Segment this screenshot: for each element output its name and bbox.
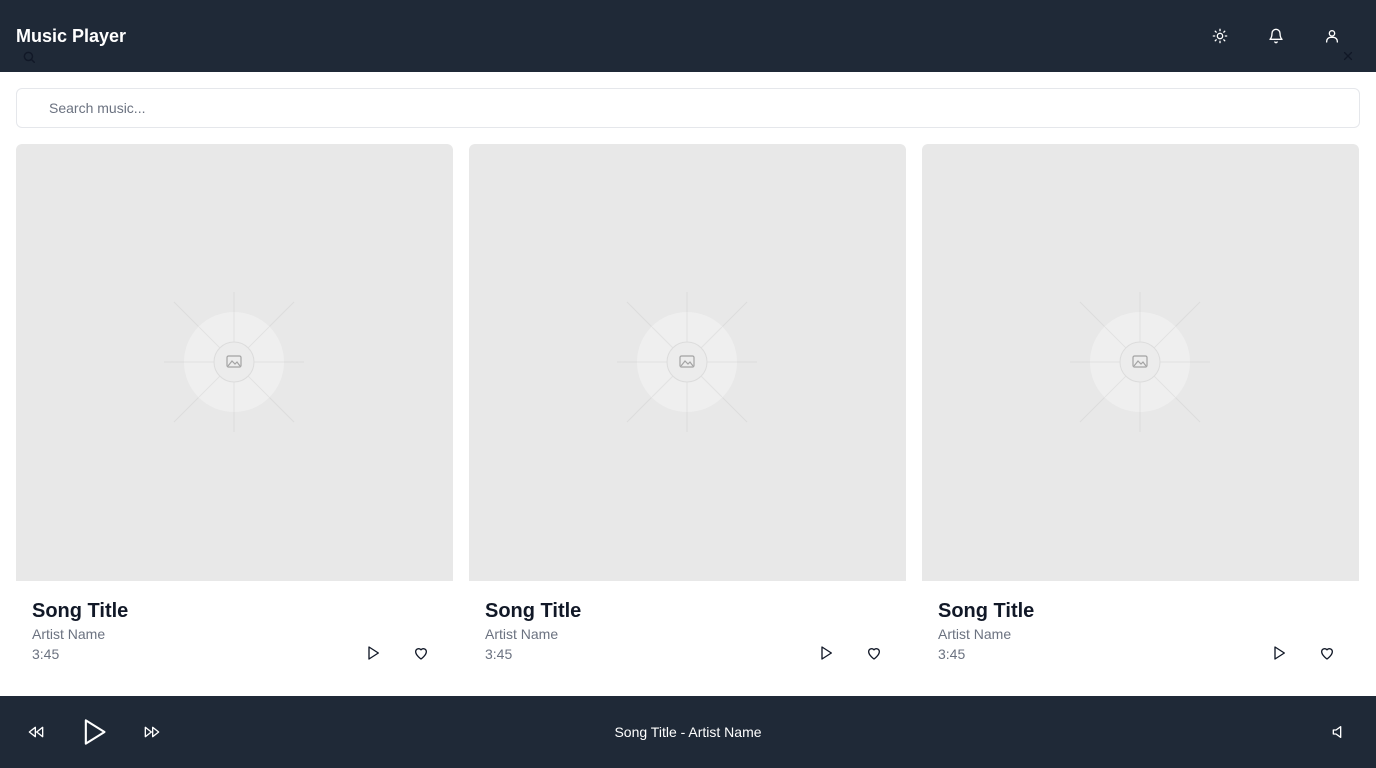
bell-icon xyxy=(1269,28,1283,44)
image-placeholder-icon xyxy=(1070,292,1210,432)
app-title: Music Player xyxy=(16,25,127,46)
heart-icon xyxy=(1321,648,1333,660)
heart-icon xyxy=(415,648,427,660)
header-actions xyxy=(1192,16,1360,56)
song-title: Song Title xyxy=(485,600,582,622)
now-playing-text: Song Title - Artist Name xyxy=(614,724,762,740)
song-card[interactable]: Song Title Artist Name 3:45 xyxy=(922,144,1359,680)
theme-toggle-button[interactable] xyxy=(1192,16,1248,56)
play-song-button[interactable] xyxy=(353,638,393,668)
fast-forward-button[interactable] xyxy=(132,712,172,752)
fast-forward-icon xyxy=(144,726,160,738)
album-cover xyxy=(16,144,453,581)
card-actions xyxy=(353,638,441,668)
song-grid: Song Title Artist Name 3:45 Song Title A… xyxy=(16,144,1360,680)
rewind-button[interactable] xyxy=(16,712,56,752)
user-icon xyxy=(1326,30,1338,43)
image-placeholder-icon xyxy=(617,292,757,432)
playback-controls xyxy=(16,712,172,752)
favorite-button[interactable] xyxy=(854,638,894,668)
song-card[interactable]: Song Title Artist Name 3:45 xyxy=(469,144,906,680)
song-card[interactable]: Song Title Artist Name 3:45 xyxy=(16,144,453,680)
card-actions xyxy=(806,638,894,668)
search-input[interactable] xyxy=(16,88,1360,128)
image-placeholder-icon xyxy=(164,292,304,432)
play-icon xyxy=(368,646,379,660)
play-pause-button[interactable] xyxy=(74,712,114,752)
clear-search-icon[interactable] xyxy=(1342,50,1354,62)
card-actions xyxy=(1259,638,1347,668)
search-icon xyxy=(23,51,35,63)
volume-icon[interactable] xyxy=(1330,724,1346,740)
play-icon xyxy=(821,646,832,660)
play-icon xyxy=(84,719,106,745)
play-song-button[interactable] xyxy=(1259,638,1299,668)
favorite-button[interactable] xyxy=(401,638,441,668)
song-title: Song Title xyxy=(32,600,129,622)
album-cover xyxy=(469,144,906,581)
play-icon xyxy=(1274,646,1285,660)
favorite-button[interactable] xyxy=(1307,638,1347,668)
heart-icon xyxy=(868,648,880,660)
play-song-button[interactable] xyxy=(806,638,846,668)
rewind-icon xyxy=(28,726,44,738)
song-title: Song Title xyxy=(938,600,1035,622)
search-bar xyxy=(16,88,1360,128)
notifications-button[interactable] xyxy=(1248,16,1304,56)
album-cover xyxy=(922,144,1359,581)
player-bar: Song Title - Artist Name xyxy=(0,696,1376,768)
sun-icon xyxy=(1212,28,1228,44)
app-header: Music Player xyxy=(0,0,1376,72)
